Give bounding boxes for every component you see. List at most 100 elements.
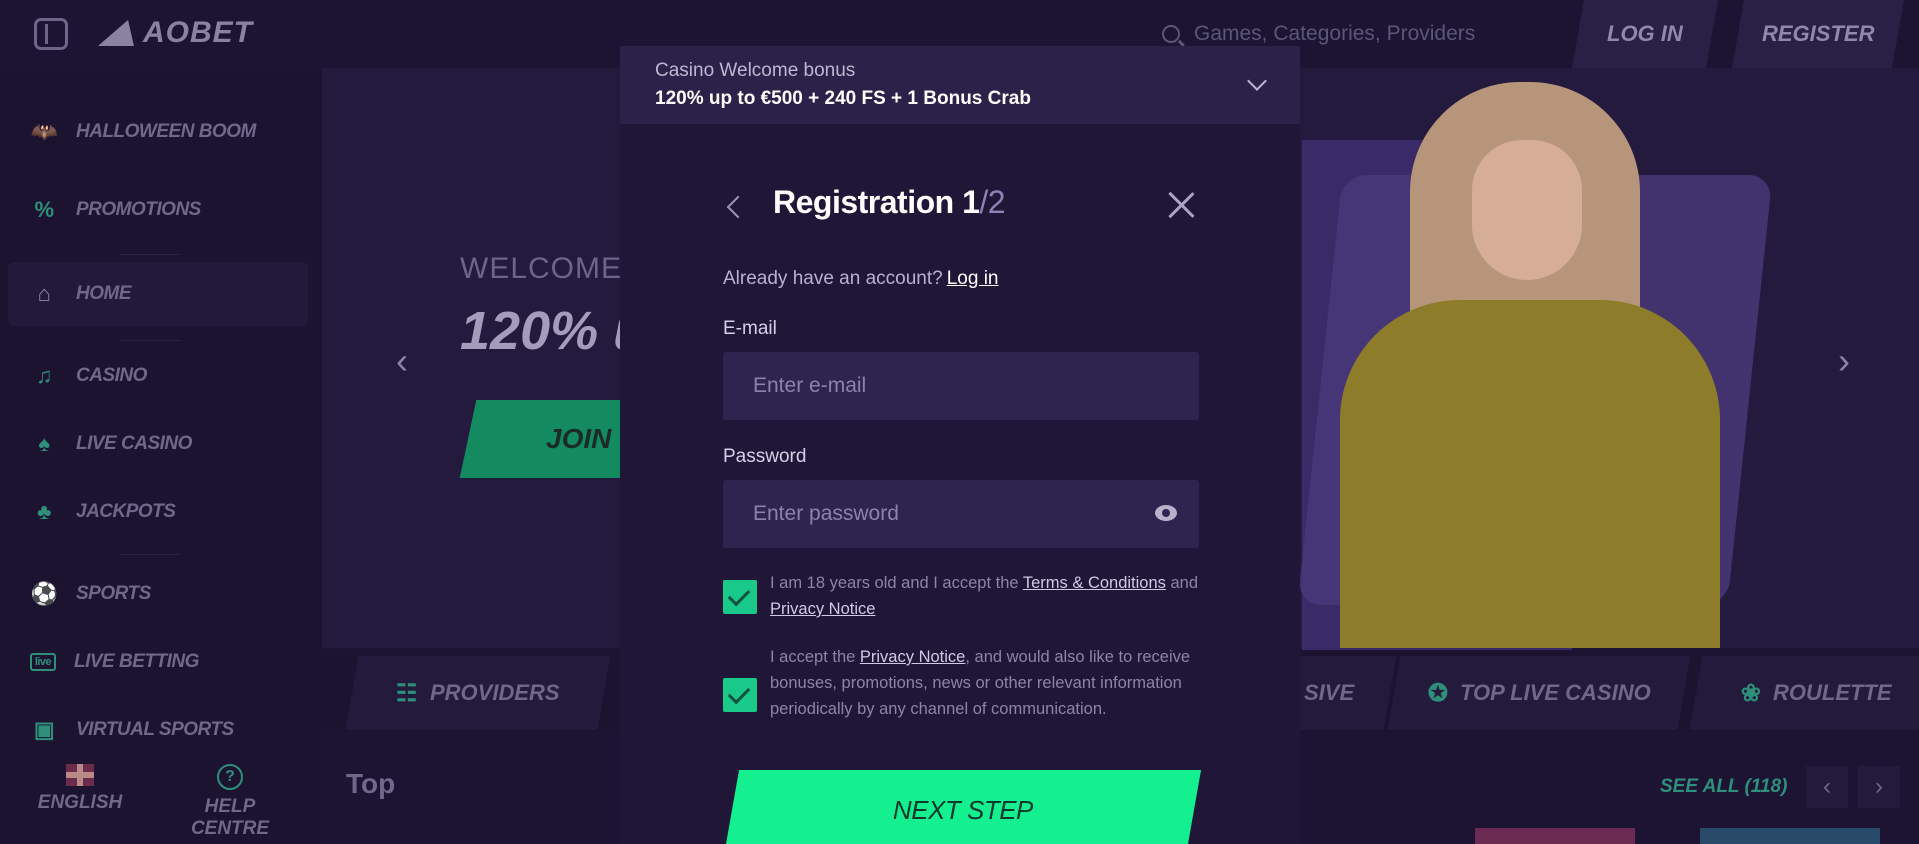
back-icon[interactable]	[726, 195, 750, 219]
clover-icon: ♣	[37, 499, 51, 524]
terms-text: I am 18 years old and I accept the Terms…	[770, 570, 1210, 622]
hero-headline: 120% u	[460, 301, 620, 361]
divider	[120, 254, 180, 255]
email-label: E-mail	[723, 318, 777, 339]
logo-mark-icon	[97, 20, 147, 46]
category-providers[interactable]: ☷ PROVIDERS	[345, 656, 611, 730]
bonus-label: Casino Welcome bonus	[655, 60, 856, 81]
sidebar-item-home[interactable]: ⌂ HOME	[8, 262, 308, 326]
live-icon: live	[30, 653, 56, 671]
register-button[interactable]: REGISTER	[1732, 0, 1904, 68]
next-step-label: NEXT STEP	[893, 794, 1033, 825]
sidebar-footer: ENGLISH ? HELP CENTRE	[0, 752, 322, 844]
uk-flag-icon	[66, 764, 94, 786]
divider	[120, 340, 180, 341]
have-account-label: Already have an account?	[723, 268, 943, 289]
monitor-icon: ▣	[33, 717, 55, 742]
join-button[interactable]: JOIN	[459, 400, 637, 478]
password-field[interactable]	[723, 480, 1199, 548]
sidebar-item-label: HOME	[76, 283, 132, 304]
sidebar-item-label: JACKPOTS	[76, 501, 176, 522]
sidebar-item-label: SPORTS	[76, 583, 151, 604]
sidebar-item-label: CASINO	[76, 365, 147, 386]
sidebar-item-label: LIVE BETTING	[74, 651, 199, 672]
ball-icon: ⚽	[30, 581, 58, 606]
category-label: SIVE	[1303, 680, 1355, 705]
casino-app: AOBET Games, Categories, Providers LOG I…	[0, 0, 1919, 844]
cards-icon: ♠	[38, 431, 50, 456]
sidebar-toggle-icon[interactable]	[34, 18, 68, 50]
hero-welcome: WELCOME	[460, 252, 623, 285]
hero-next-icon[interactable]: ›	[1838, 340, 1850, 382]
sidebar-item-jackpots[interactable]: ♣ JACKPOTS	[8, 480, 308, 544]
marketing-checkbox[interactable]	[723, 678, 757, 712]
login-button[interactable]: LOG IN	[1572, 0, 1718, 68]
sidebar-item-promotions[interactable]: % PROMOTIONS	[8, 178, 308, 242]
hero-model-dress	[1340, 300, 1720, 648]
sidebar-item-casino[interactable]: ♫ CASINO	[8, 344, 308, 408]
marketing-text: I accept the Privacy Notice, and would a…	[770, 644, 1210, 722]
sidebar-item-halloween-boom[interactable]: 🦇 HALLOWEEN BOOM	[8, 100, 308, 164]
have-account-text: Already have an account? Log in	[723, 268, 999, 290]
password-label: Password	[723, 446, 807, 467]
chevron-down-icon	[1247, 71, 1267, 91]
category-roulette[interactable]: ❀ ROULETTE	[1689, 656, 1919, 730]
percent-icon: %	[34, 197, 54, 222]
category-label: ROULETTE	[1772, 680, 1892, 705]
eye-icon[interactable]	[1155, 505, 1177, 521]
terms-mid: and	[1165, 574, 1199, 592]
language-label: ENGLISH	[37, 792, 123, 813]
logo-text: AOBET	[143, 16, 253, 49]
welcome-bonus-selector[interactable]: Casino Welcome bonus 120% up to €500 + 2…	[620, 46, 1300, 124]
registration-modal: Registration 1/2 Already have an account…	[620, 124, 1300, 844]
search-icon	[1162, 25, 1180, 43]
bonus-value: 120% up to €500 + 240 FS + 1 Bonus Crab	[655, 88, 1031, 109]
bat-icon: 🦇	[30, 119, 58, 144]
section-next-icon[interactable]: ›	[1858, 766, 1900, 808]
terms-pre: I am 18 years old and I accept the	[770, 574, 1023, 592]
close-icon[interactable]	[1166, 190, 1196, 220]
sidebar-item-live-casino[interactable]: ♠ LIVE CASINO	[8, 412, 308, 476]
login-label: LOG IN	[1607, 21, 1683, 46]
category-label: PROVIDERS	[429, 680, 560, 705]
help-centre-link[interactable]: ? HELP CENTRE	[170, 764, 290, 840]
marketing-pre: I accept the	[770, 648, 860, 666]
game-thumbnail[interactable]	[1700, 828, 1880, 844]
title-total: 2	[987, 184, 1006, 220]
sidebar-item-sports[interactable]: ⚽ SPORTS	[8, 562, 308, 626]
modal-title: Registration 1/2	[773, 184, 1006, 221]
login-link[interactable]: Log in	[947, 268, 999, 289]
logo[interactable]: AOBET	[97, 16, 253, 49]
next-step-button[interactable]: NEXT STEP	[724, 770, 1202, 844]
sidebar-item-live-betting[interactable]: live LIVE BETTING	[8, 630, 308, 694]
email-field[interactable]	[723, 352, 1199, 420]
title-step: Registration 1	[773, 184, 980, 220]
section-prev-icon[interactable]: ‹	[1806, 766, 1848, 808]
grid-icon: ☷	[396, 679, 418, 707]
help-label: HELP CENTRE	[190, 796, 270, 839]
roulette-icon: ❀	[1740, 679, 1761, 707]
music-note-icon: ♫	[36, 363, 53, 388]
divider	[120, 554, 180, 555]
sidebar-item-label: VIRTUAL SPORTS	[76, 719, 234, 740]
hero-model-face	[1472, 140, 1582, 280]
see-all-link[interactable]: SEE ALL (118)	[1660, 776, 1787, 798]
language-selector[interactable]: ENGLISH	[20, 764, 140, 814]
category-label: TOP LIVE CASINO	[1459, 680, 1651, 705]
search-placeholder: Games, Categories, Providers	[1194, 22, 1476, 45]
password-input[interactable]	[753, 502, 1133, 526]
email-input[interactable]	[753, 374, 1133, 398]
terms-checkbox[interactable]	[723, 580, 757, 614]
star-icon: ✪	[1427, 679, 1448, 707]
category-top-live-casino[interactable]: ✪ TOP LIVE CASINO	[1387, 656, 1691, 730]
marketing-privacy-link[interactable]: Privacy Notice	[860, 648, 965, 666]
terms-link[interactable]: Terms & Conditions	[1023, 574, 1166, 592]
home-icon: ⌂	[37, 281, 51, 306]
hero-prev-icon[interactable]: ‹	[396, 340, 408, 382]
sidebar-item-label: PROMOTIONS	[76, 199, 201, 220]
title-separator: /	[979, 184, 988, 220]
privacy-link[interactable]: Privacy Notice	[770, 600, 875, 618]
register-label: REGISTER	[1761, 21, 1875, 46]
help-icon: ?	[217, 764, 243, 790]
game-thumbnail[interactable]	[1475, 828, 1635, 844]
